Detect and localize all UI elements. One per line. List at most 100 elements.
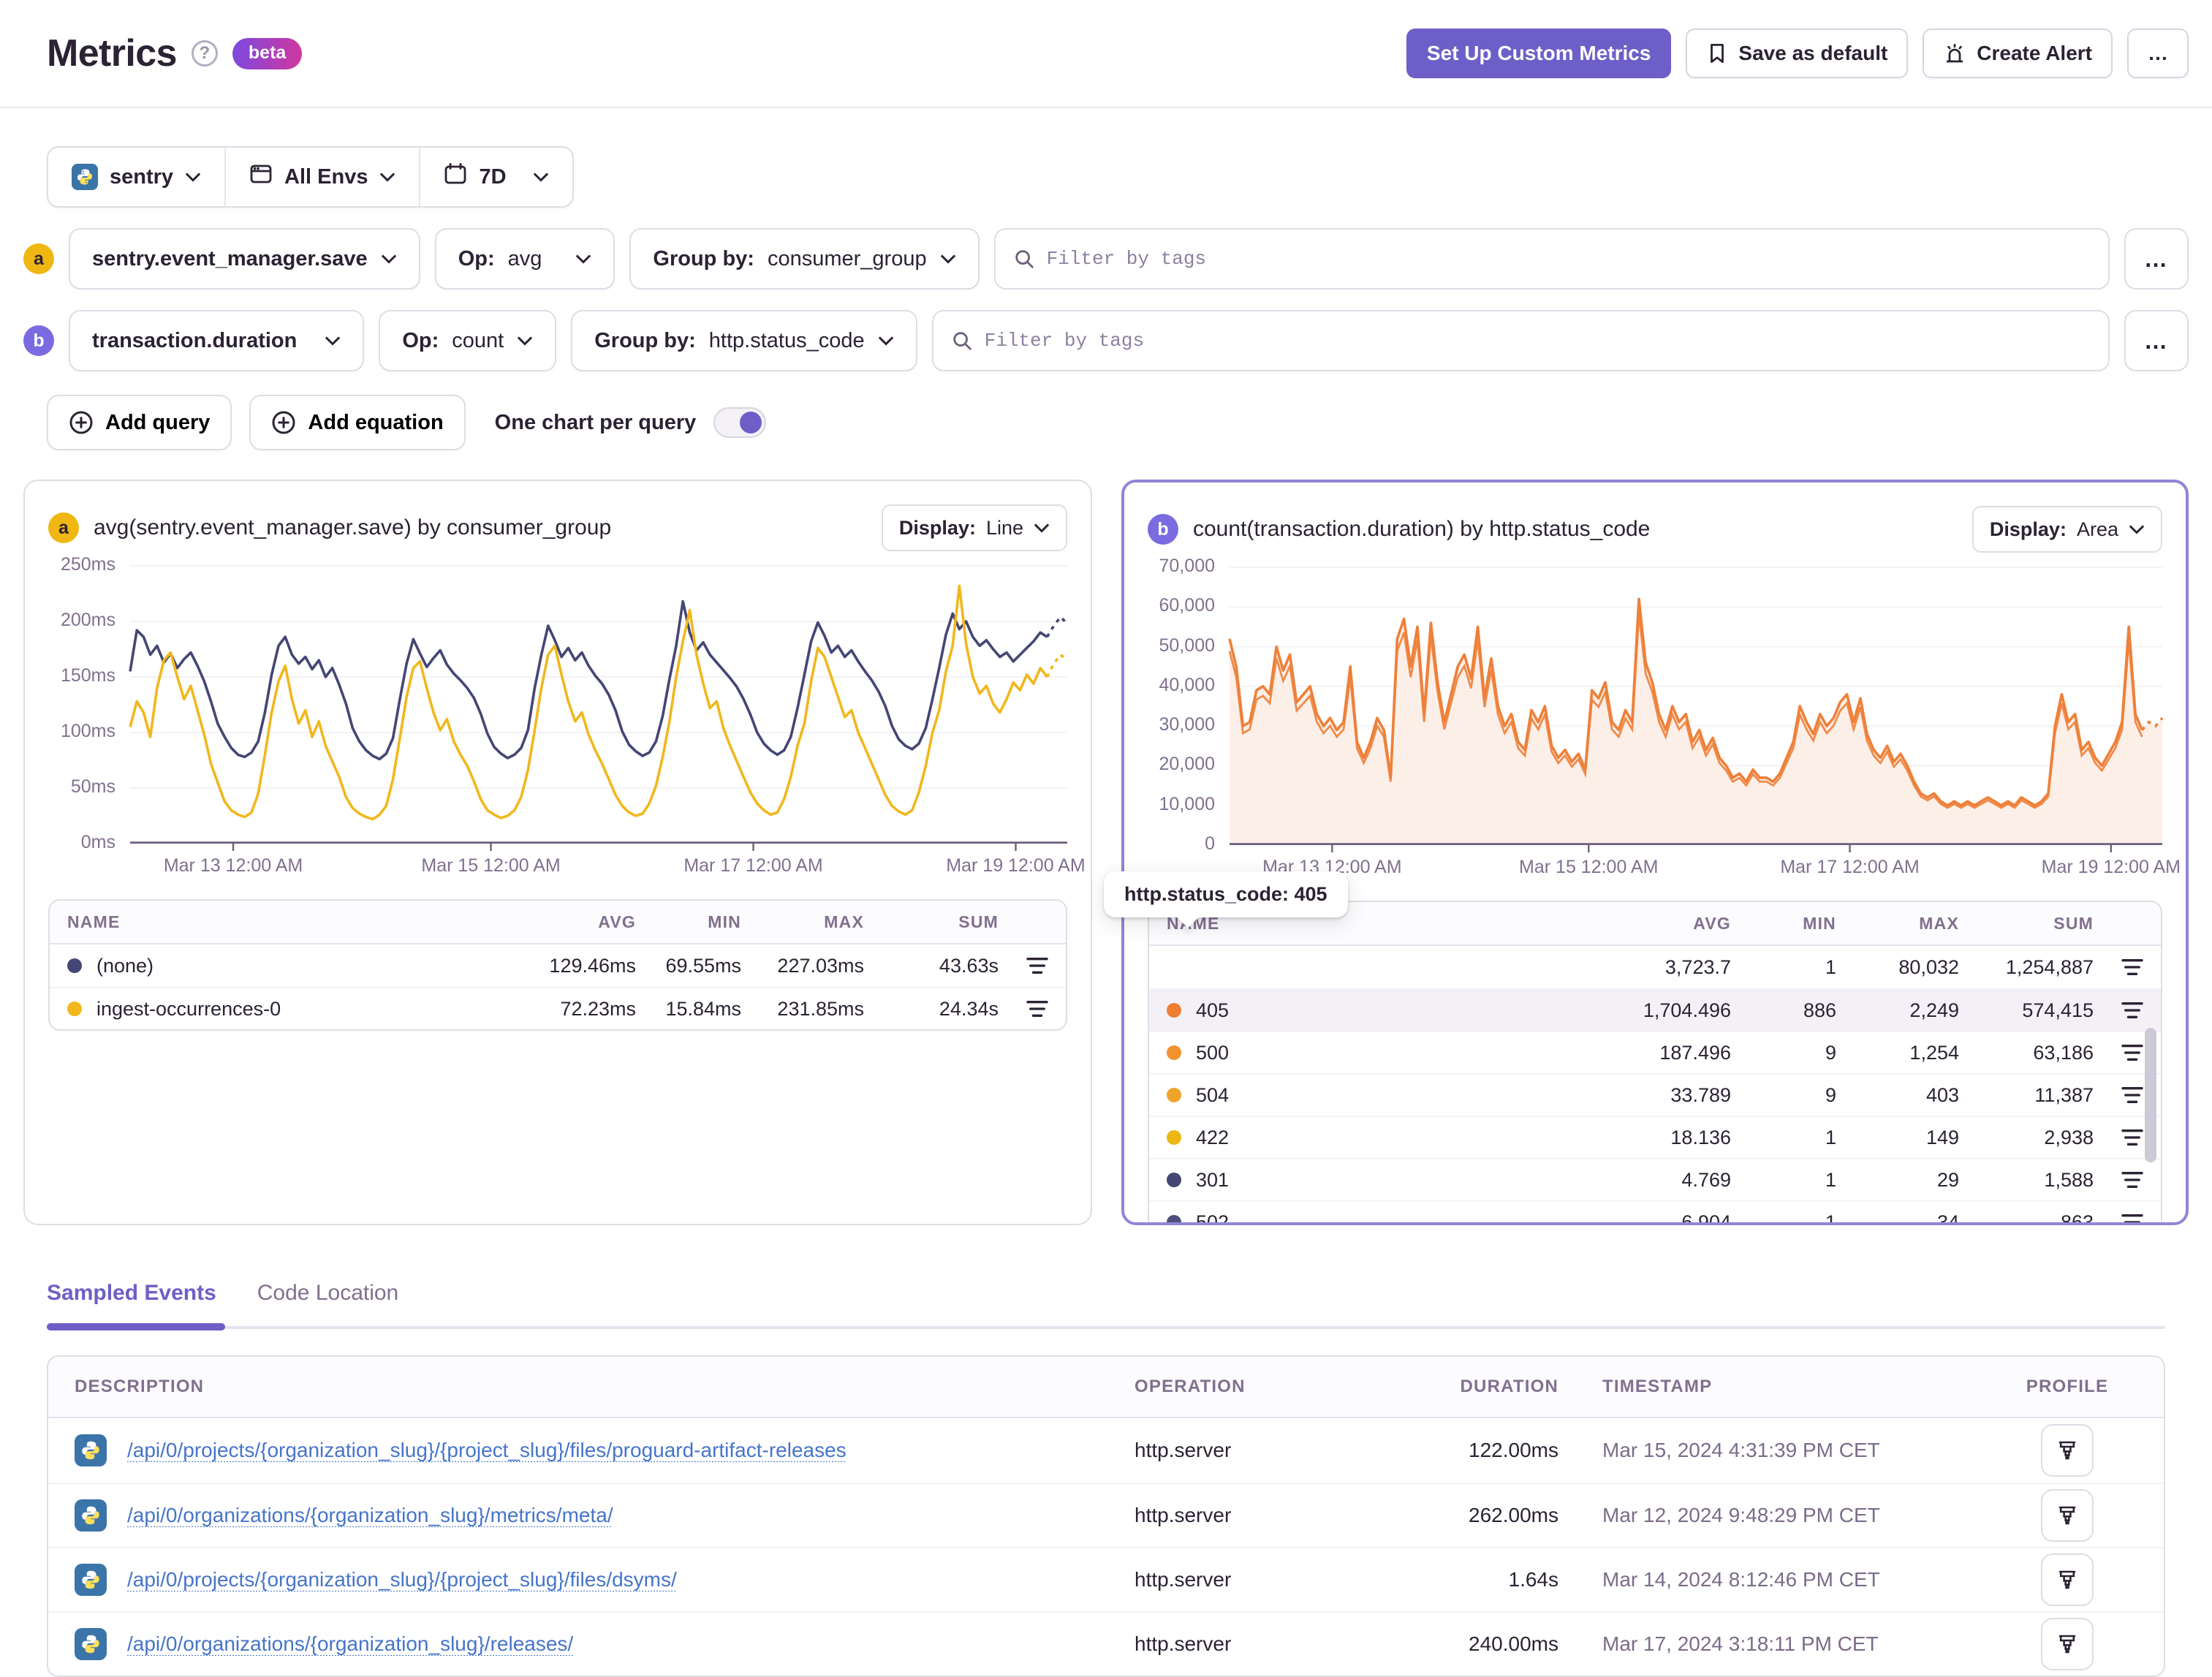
group-by-selector-a[interactable]: Group by: consumer_group: [629, 228, 980, 289]
tab-code-location[interactable]: Code Location: [257, 1281, 398, 1326]
profile-button[interactable]: [2041, 1424, 2094, 1477]
profile-button[interactable]: [2041, 1489, 2094, 1542]
col-max: MAX: [1919, 913, 1959, 933]
metric-selector-b[interactable]: transaction.duration: [69, 310, 365, 371]
row-menu-icon[interactable]: [1026, 999, 1048, 1018]
row-menu-icon[interactable]: [2121, 1128, 2143, 1147]
series-avg: 129.46ms: [549, 954, 636, 977]
row-menu-icon[interactable]: [2121, 1213, 2143, 1225]
row-menu-icon[interactable]: [2121, 1001, 2143, 1020]
header-more-button[interactable]: …: [2127, 29, 2189, 78]
query-more-button-a[interactable]: …: [2124, 228, 2189, 289]
add-equation-button[interactable]: Add equation: [249, 395, 466, 450]
series-table-a-header: NAME AVG MIN MAX SUM: [50, 901, 1066, 945]
chart-panel-a[interactable]: a avg(sentry.event_manager.save) by cons…: [23, 480, 1092, 1225]
series-row-highlighted[interactable]: 405 1,704.496 886 2,249 574,415: [1149, 988, 2161, 1031]
series-avg: 187.496: [1659, 1041, 1731, 1064]
row-menu-icon[interactable]: [2121, 958, 2143, 977]
plus-circle-icon: [272, 411, 295, 434]
table-scrollbar[interactable]: [2145, 1028, 2156, 1162]
event-description-link[interactable]: /api/0/projects/{organization_slug}/{pro…: [127, 1439, 846, 1462]
date-range-selector[interactable]: 7D: [419, 148, 572, 206]
y-tick-label: 50,000: [1159, 635, 1215, 656]
x-tick-label: Mar 19 12:00 AM: [946, 855, 1086, 876]
y-axis-labels: 0ms 50ms 100ms 150ms 200ms 250ms: [48, 554, 130, 852]
create-alert-button[interactable]: Create Alert: [1923, 29, 2113, 78]
y-tick-label: 60,000: [1159, 595, 1215, 616]
series-avg: 3,723.7: [1664, 955, 1731, 978]
display-type-selector-a[interactable]: Display: Line: [881, 504, 1067, 551]
chevron-down-icon: [940, 254, 955, 264]
row-menu-icon[interactable]: [2121, 1086, 2143, 1105]
event-timestamp: Mar 17, 2024 3:18:11 PM CET: [1602, 1632, 1879, 1655]
chart-panel-b[interactable]: b count(transaction.duration) by http.st…: [1121, 480, 2189, 1225]
events-table-header: DESCRIPTION OPERATION DURATION TIMESTAMP…: [48, 1357, 2164, 1418]
series-row[interactable]: ingest-occurrences-0 72.23ms 15.84ms 231…: [50, 987, 1066, 1029]
profile-button[interactable]: [2041, 1553, 2094, 1606]
col-sum: SUM: [2053, 913, 2094, 933]
display-label: Display:: [1989, 518, 2067, 540]
save-as-default-button[interactable]: Save as default: [1686, 29, 1909, 78]
display-type-selector-b[interactable]: Display: Area: [1972, 506, 2162, 553]
beta-badge: beta: [232, 37, 303, 69]
environment-selector[interactable]: All Envs: [224, 148, 419, 206]
profiling-icon: [2058, 1570, 2076, 1589]
series-min: 9: [1825, 1083, 1836, 1106]
group-by-selector-b[interactable]: Group by: http.status_code: [571, 310, 917, 371]
setup-custom-metrics-button[interactable]: Set Up Custom Metrics: [1406, 29, 1672, 78]
col-duration: DURATION: [1460, 1377, 1558, 1396]
series-row[interactable]: 301 4.769 1 29 1,588: [1149, 1158, 2161, 1200]
ellipsis-icon: …: [2148, 42, 2168, 64]
op-selector-b[interactable]: Op: count: [379, 310, 557, 371]
series-max: 403: [1925, 1083, 1959, 1106]
active-tab-indicator: [47, 1323, 225, 1330]
line-chart-a: 0ms 50ms 100ms 150ms 200ms 250ms Mar 13 12:00…: [48, 554, 1086, 882]
metric-selector-a[interactable]: sentry.event_manager.save: [69, 228, 420, 289]
chart-panel-a-header: a avg(sentry.event_manager.save) by cons…: [48, 504, 1067, 551]
event-description-link[interactable]: /api/0/projects/{organization_slug}/{pro…: [127, 1568, 677, 1591]
y-tick-label: 250ms: [60, 554, 115, 575]
series-min: 1: [1825, 1211, 1836, 1225]
display-value: Line: [985, 516, 1023, 539]
profiling-icon: [2058, 1635, 2076, 1654]
series-row[interactable]: (none) 129.46ms 69.55ms 227.03ms 43.63s: [50, 945, 1066, 987]
y-axis-labels: 0 10,000 20,000 30,000 40,000 50,000 60,000 70,…: [1148, 556, 1230, 854]
row-menu-icon[interactable]: [1026, 956, 1048, 975]
series-min: 69.55ms: [665, 954, 741, 977]
y-tick-label: 200ms: [60, 610, 115, 630]
tag-filter-input-b[interactable]: [984, 330, 2091, 352]
tab-sampled-events[interactable]: Sampled Events: [47, 1281, 216, 1326]
series-avg: 18.136: [1670, 1126, 1731, 1148]
col-profile: PROFILE: [2026, 1377, 2109, 1396]
environment-selector-value: All Envs: [284, 164, 368, 189]
sampled-events-table: DESCRIPTION OPERATION DURATION TIMESTAMP…: [47, 1355, 2165, 1677]
tag-filter-input-a[interactable]: [1046, 248, 2091, 270]
series-row[interactable]: 3,723.7 1 80,032 1,254,887: [1149, 946, 2161, 988]
chart-title-b: count(transaction.duration) by http.stat…: [1193, 517, 1651, 541]
series-row[interactable]: 502 6.904 1 34 863: [1149, 1200, 2161, 1225]
plot-area[interactable]: Mar 13 12:00 AM Mar 15 12:00 AM Mar 17 12:…: [1228, 567, 2181, 883]
group-by-value-a: consumer_group: [767, 246, 927, 270]
series-max: 80,032: [1898, 955, 1959, 978]
page-header: Metrics ? beta Set Up Custom Metrics Sav…: [0, 0, 2212, 108]
add-query-button[interactable]: Add query: [47, 395, 232, 450]
event-description-link[interactable]: /api/0/organizations/{organization_slug}…: [127, 1504, 613, 1527]
help-icon[interactable]: ?: [191, 40, 218, 67]
query-more-button-b[interactable]: …: [2124, 310, 2189, 371]
row-menu-icon[interactable]: [2121, 1170, 2143, 1189]
row-menu-icon[interactable]: [2121, 1043, 2143, 1062]
op-selector-a[interactable]: Op: avg: [434, 228, 616, 289]
plot-area[interactable]: Mar 13 12:00 AM Mar 15 12:00 AM Mar 17 12:…: [129, 565, 1086, 882]
profile-button[interactable]: [2041, 1618, 2094, 1670]
one-chart-per-query-toggle[interactable]: [713, 407, 767, 438]
series-row[interactable]: 422 18.136 1 149 2,938: [1149, 1116, 2161, 1158]
y-tick-label: 10,000: [1159, 793, 1215, 814]
project-selector[interactable]: sentry: [48, 148, 224, 206]
event-duration: 122.00ms: [1469, 1439, 1558, 1461]
python-platform-icon: [75, 1499, 107, 1532]
series-row[interactable]: 500 187.496 9 1,254 63,186: [1149, 1031, 2161, 1073]
event-operation: http.server: [1135, 1504, 1232, 1526]
event-description-link[interactable]: /api/0/organizations/{organization_slug}…: [127, 1632, 573, 1656]
series-row[interactable]: 504 33.789 9 403 11,387: [1149, 1073, 2161, 1116]
calendar-icon: [444, 162, 467, 192]
